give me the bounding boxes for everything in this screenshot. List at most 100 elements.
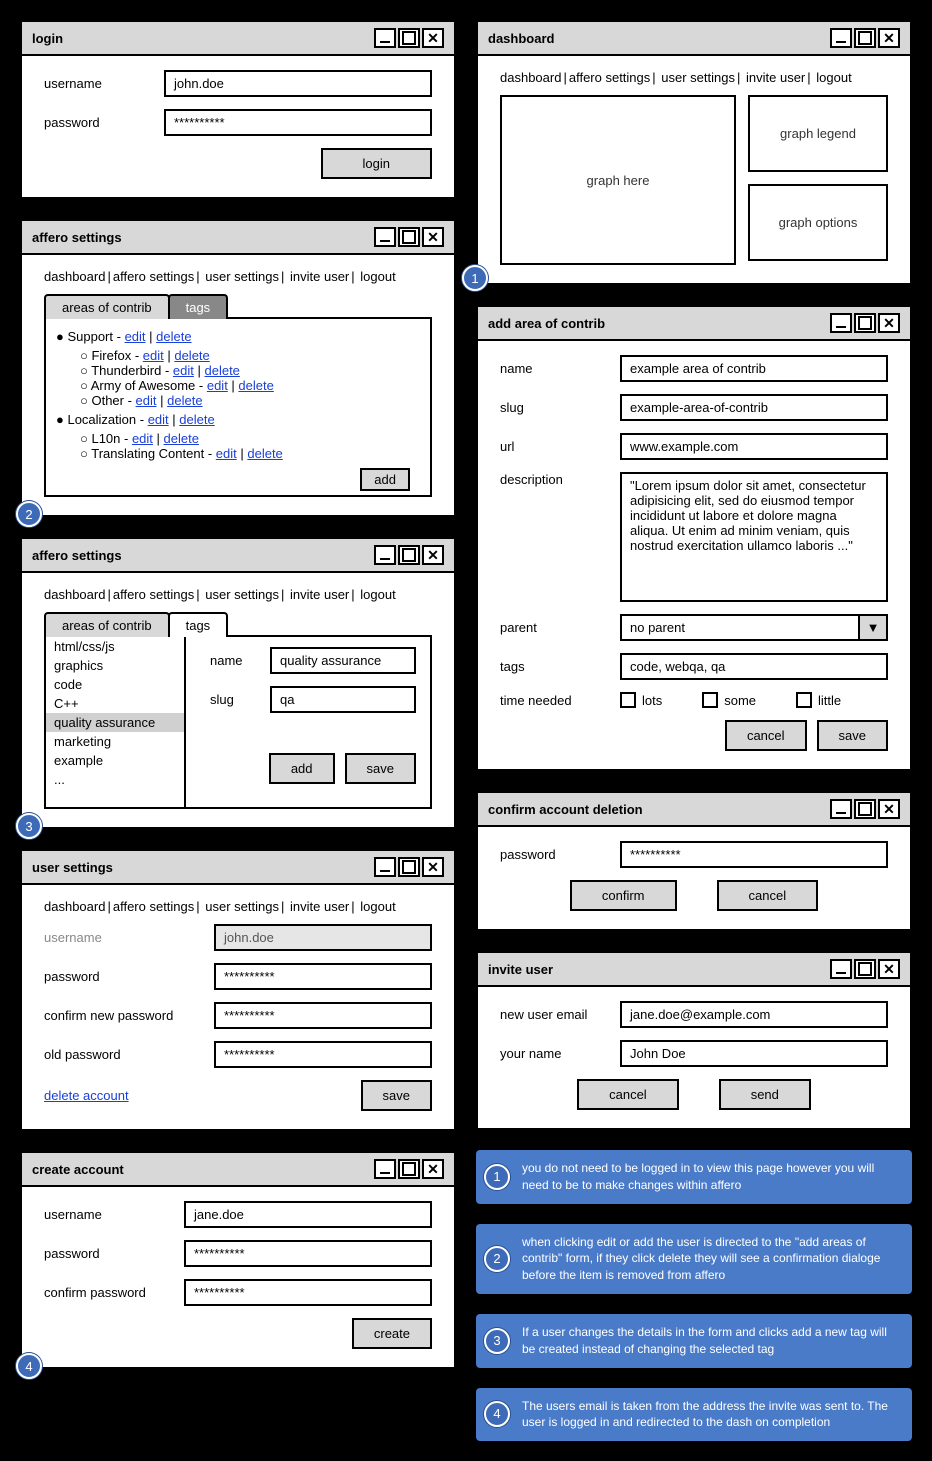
cancel-button[interactable]: cancel [577,1079,679,1110]
email-input[interactable]: jane.doe@example.com [620,1001,888,1028]
nav-affero[interactable]: affero settings [569,70,650,85]
minimize-icon[interactable] [374,227,396,247]
minimize-icon[interactable] [374,857,396,877]
cancel-button[interactable]: cancel [717,880,819,911]
save-button[interactable]: save [817,720,888,751]
save-button[interactable]: save [361,1080,432,1111]
username-input[interactable]: john.doe [164,70,432,97]
chevron-down-icon[interactable]: ▼ [858,614,888,641]
delete-account-link[interactable]: delete account [44,1088,129,1103]
close-icon[interactable]: ✕ [878,313,900,333]
maximize-icon[interactable] [854,313,876,333]
tab-areas[interactable]: areas of contrib [44,612,170,637]
parent-select[interactable]: no parent [620,614,860,641]
maximize-icon[interactable] [854,799,876,819]
nav-affero[interactable]: affero settings [113,587,194,602]
confirm-password-input[interactable]: ********** [214,1002,432,1029]
delete-link[interactable]: delete [238,378,273,393]
nav-affero[interactable]: affero settings [113,899,194,914]
list-item[interactable]: graphics [46,656,184,675]
list-item-selected[interactable]: quality assurance [46,713,184,732]
edit-link[interactable]: edit [148,412,169,427]
url-input[interactable]: www.example.com [620,433,888,460]
nav-affero[interactable]: affero settings [113,269,194,284]
list-item[interactable]: marketing [46,732,184,751]
checkbox-lots[interactable] [620,692,636,708]
minimize-icon[interactable] [374,28,396,48]
list-item[interactable]: example [46,751,184,770]
list-item[interactable]: C++ [46,694,184,713]
checkbox-little[interactable] [796,692,812,708]
edit-link[interactable]: edit [143,348,164,363]
your-name-input[interactable]: John Doe [620,1040,888,1067]
delete-link[interactable]: delete [167,393,202,408]
nav-logout[interactable]: logout [360,269,395,284]
name-input[interactable]: example area of contrib [620,355,888,382]
delete-link[interactable]: delete [156,329,191,344]
nav-invite[interactable]: invite user [290,899,349,914]
close-icon[interactable]: ✕ [422,545,444,565]
delete-link[interactable]: delete [164,431,199,446]
maximize-icon[interactable] [398,1159,420,1179]
description-input[interactable] [620,472,888,602]
close-icon[interactable]: ✕ [422,28,444,48]
old-password-input[interactable]: ********** [214,1041,432,1068]
close-icon[interactable]: ✕ [422,227,444,247]
edit-link[interactable]: edit [207,378,228,393]
minimize-icon[interactable] [830,313,852,333]
edit-link[interactable]: edit [216,446,237,461]
nav-invite[interactable]: invite user [290,269,349,284]
cancel-button[interactable]: cancel [725,720,807,751]
confirm-button[interactable]: confirm [570,880,677,911]
nav-logout[interactable]: logout [360,587,395,602]
maximize-icon[interactable] [398,857,420,877]
tab-tags[interactable]: tags [168,294,229,319]
confirm-password-input[interactable]: ********** [184,1279,432,1306]
create-button[interactable]: create [352,1318,432,1349]
maximize-icon[interactable] [854,28,876,48]
slug-input[interactable]: example-area-of-contrib [620,394,888,421]
nav-invite[interactable]: invite user [746,70,805,85]
tags-input[interactable]: code, webqa, qa [620,653,888,680]
nav-dashboard[interactable]: dashboard [44,587,105,602]
delete-link[interactable]: delete [174,348,209,363]
edit-link[interactable]: edit [125,329,146,344]
list-item[interactable]: html/css/js [46,637,184,656]
close-icon[interactable]: ✕ [422,1159,444,1179]
close-icon[interactable]: ✕ [878,959,900,979]
checkbox-some[interactable] [702,692,718,708]
send-button[interactable]: send [719,1079,811,1110]
nav-dashboard[interactable]: dashboard [44,899,105,914]
password-input[interactable]: ********** [184,1240,432,1267]
nav-dashboard[interactable]: dashboard [500,70,561,85]
slug-input[interactable]: qa [270,686,416,713]
save-button[interactable]: save [345,753,416,784]
nav-logout[interactable]: logout [816,70,851,85]
maximize-icon[interactable] [398,28,420,48]
minimize-icon[interactable] [830,799,852,819]
password-input[interactable]: ********** [164,109,432,136]
maximize-icon[interactable] [854,959,876,979]
minimize-icon[interactable] [830,28,852,48]
edit-link[interactable]: edit [132,431,153,446]
nav-user[interactable]: user settings [205,269,279,284]
edit-link[interactable]: edit [173,363,194,378]
maximize-icon[interactable] [398,545,420,565]
delete-link[interactable]: delete [247,446,282,461]
nav-user[interactable]: user settings [205,899,279,914]
nav-logout[interactable]: logout [360,899,395,914]
add-button[interactable]: add [269,753,335,784]
nav-user[interactable]: user settings [205,587,279,602]
name-input[interactable]: quality assurance [270,647,416,674]
close-icon[interactable]: ✕ [878,799,900,819]
tab-areas[interactable]: areas of contrib [44,294,170,319]
delete-link[interactable]: delete [204,363,239,378]
list-item[interactable]: ... [46,770,184,789]
minimize-icon[interactable] [830,959,852,979]
password-input[interactable]: ********** [620,841,888,868]
nav-user[interactable]: user settings [661,70,735,85]
minimize-icon[interactable] [374,1159,396,1179]
add-button[interactable]: add [360,468,410,491]
list-item[interactable]: code [46,675,184,694]
username-input[interactable]: jane.doe [184,1201,432,1228]
